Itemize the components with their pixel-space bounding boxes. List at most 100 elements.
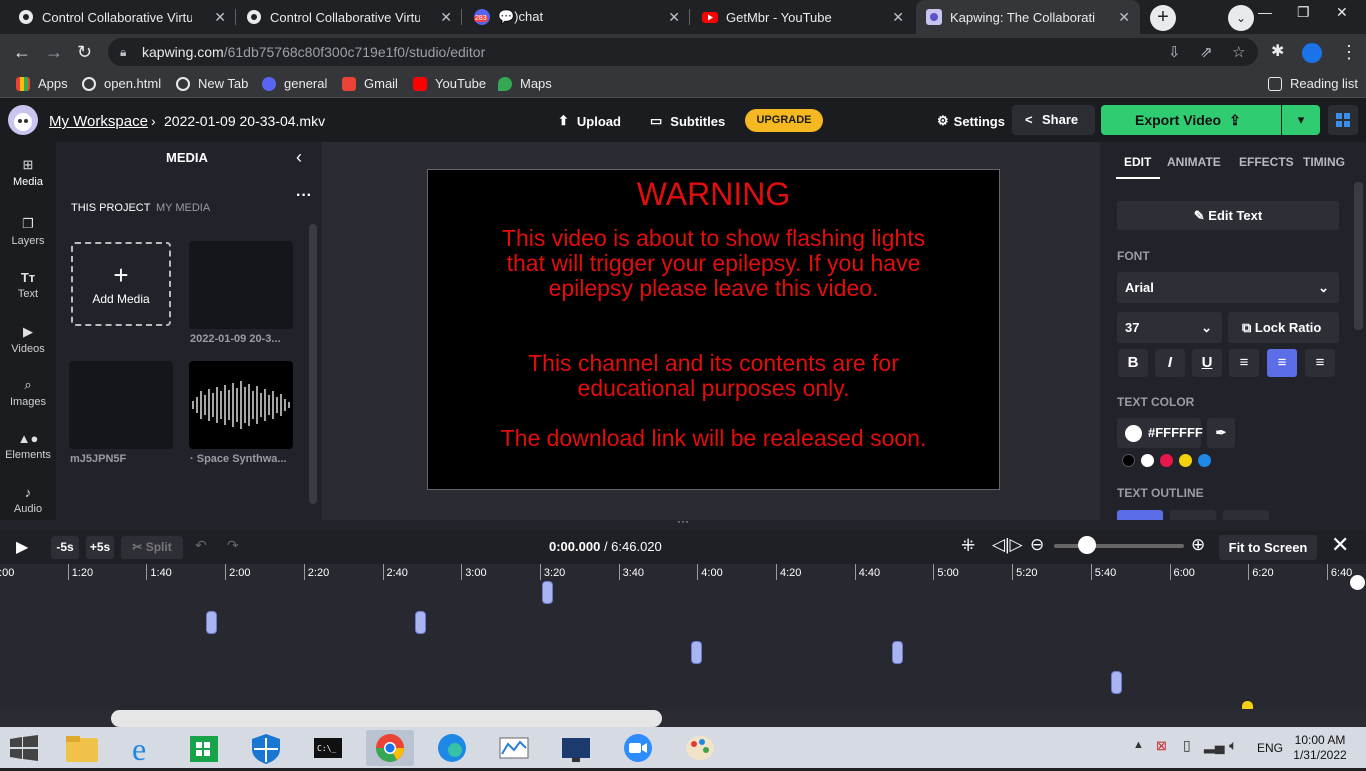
snap-icon[interactable]: ⁜ <box>961 536 975 556</box>
tray-chevron-up-icon[interactable]: ▲ <box>1133 739 1144 751</box>
text-color-picker[interactable]: #FFFFFF <box>1117 418 1203 448</box>
workspace-link[interactable]: My Workspace <box>49 113 148 130</box>
signal-icon[interactable]: ▂▄ <box>1204 737 1225 754</box>
browser-tab[interactable]: 283 💬)chat ✕ <box>464 0 690 34</box>
zoom-app-icon[interactable] <box>614 730 662 766</box>
media-thumbnail[interactable] <box>69 361 173 449</box>
timeline-marker[interactable] <box>691 641 702 664</box>
back-icon[interactable]: ← <box>13 42 31 62</box>
eyedropper-button[interactable]: ✒ <box>1207 418 1235 448</box>
close-tab-icon[interactable]: ✕ <box>440 9 452 26</box>
edit-text-button[interactable]: ✎ Edit Text <box>1117 201 1339 230</box>
collapse-panel-icon[interactable]: ‹ <box>296 147 302 168</box>
network-error-icon[interactable]: ⊠ <box>1156 738 1167 754</box>
browser-tab[interactable]: GetMbr - YouTube ✕ <box>692 0 914 34</box>
address-bar[interactable]: 🔒︎ kapwing.com/61db75768c80f300c719e1f0/… <box>108 38 1258 66</box>
battery-icon[interactable]: ▯ <box>1183 737 1191 754</box>
rail-videos[interactable]: ▶ Videos <box>0 324 56 355</box>
bookmark-new-tab[interactable]: New Tab <box>176 76 248 91</box>
internet-explorer-icon[interactable]: e <box>120 730 168 767</box>
timeline-marker[interactable] <box>542 581 553 604</box>
new-tab-button[interactable]: + <box>1150 5 1176 31</box>
upload-button[interactable]: ⬆ Upload <box>558 113 621 129</box>
close-tab-icon[interactable]: ✕ <box>214 9 226 26</box>
extensions-icon[interactable]: ✱ <box>1271 42 1284 62</box>
export-dropdown-button[interactable]: ▾ <box>1282 105 1320 135</box>
language-indicator[interactable]: ENG <box>1257 741 1283 755</box>
windows-start-icon[interactable] <box>10 735 38 766</box>
close-window-icon[interactable]: ✕ <box>1336 4 1348 21</box>
chrome-icon[interactable] <box>366 730 414 766</box>
fit-to-screen-button[interactable]: Fit to Screen <box>1219 535 1317 560</box>
share-button[interactable]: < Share <box>1012 105 1095 135</box>
performance-monitor-icon[interactable] <box>490 730 538 766</box>
font-select[interactable]: Arial ⌄ <box>1117 272 1339 303</box>
bookmark-maps[interactable]: Maps <box>498 76 552 91</box>
store-icon[interactable] <box>180 730 228 766</box>
outline-option[interactable] <box>1223 510 1269 520</box>
workspace-avatar[interactable] <box>8 105 38 135</box>
zoom-slider[interactable] <box>1054 544 1184 548</box>
forward-5s-button[interactable]: +5s <box>86 536 114 559</box>
timeline-scrollbar[interactable] <box>0 709 1366 727</box>
timeline-marker[interactable] <box>206 611 217 634</box>
system-clock[interactable]: 10:00 AM 1/31/2022 <box>1290 733 1350 763</box>
zoom-in-icon[interactable]: ⊕ <box>1191 535 1205 555</box>
timeline-marker[interactable] <box>415 611 426 634</box>
edit-panel-scrollbar[interactable] <box>1354 182 1363 330</box>
reading-list[interactable]: Reading list <box>1268 76 1358 91</box>
back-5s-button[interactable]: -5s <box>51 536 79 559</box>
volume-icon[interactable]: 🔈︎ <box>1229 737 1237 754</box>
split-button[interactable]: ✂ Split <box>121 536 183 559</box>
file-explorer-icon[interactable] <box>58 730 106 766</box>
bookmark-general[interactable]: general <box>262 76 327 91</box>
color-swatch-black[interactable] <box>1122 454 1135 467</box>
rail-media[interactable]: ⊞ Media <box>0 157 56 188</box>
font-size-select[interactable]: 37 ⌄ <box>1117 312 1222 343</box>
color-swatch-white[interactable] <box>1141 454 1154 467</box>
media-scrollbar[interactable] <box>309 224 317 504</box>
browser-tab[interactable]: Control Collaborative Virtual M ✕ <box>236 0 462 34</box>
paint-icon[interactable] <box>676 730 724 766</box>
close-tab-icon[interactable]: ✕ <box>668 9 680 26</box>
timeline-marker[interactable] <box>1111 671 1122 694</box>
timeline-resize-handle[interactable]: ··· <box>0 514 1366 530</box>
lock-ratio-button[interactable]: ⧉ Lock Ratio <box>1228 312 1339 343</box>
bookmark-youtube[interactable]: YouTube <box>413 76 486 91</box>
align-center-button[interactable]: ≡ <box>1267 349 1297 377</box>
layout-grid-button[interactable] <box>1328 105 1358 135</box>
rail-text[interactable]: Tт Text <box>0 270 56 300</box>
rail-audio[interactable]: ♪ Audio <box>0 485 56 515</box>
edge-icon[interactable] <box>428 730 476 766</box>
scrollbar-thumb[interactable] <box>111 710 662 727</box>
upgrade-button[interactable]: UPGRADE <box>745 109 823 132</box>
install-icon[interactable]: ⇩ <box>1168 43 1181 61</box>
align-right-button[interactable]: ≡ <box>1305 349 1335 377</box>
outline-option[interactable] <box>1117 510 1163 520</box>
tab-timing[interactable]: TIMING <box>1303 155 1345 169</box>
rail-elements[interactable]: ▲● Elements <box>0 431 56 461</box>
close-tab-icon[interactable]: ✕ <box>892 9 904 26</box>
undo-icon[interactable]: ↶ <box>195 537 207 554</box>
video-preview[interactable]: WARNING This video is about to show flas… <box>427 169 1000 490</box>
outline-option[interactable] <box>1170 510 1216 520</box>
subtitles-button[interactable]: ▭ Subtitles <box>650 113 725 129</box>
play-icon[interactable]: ▶ <box>16 537 28 557</box>
close-tab-icon[interactable]: ✕ <box>1118 9 1130 26</box>
add-media-button[interactable]: + Add Media <box>71 242 171 326</box>
close-timeline-icon[interactable]: ✕ <box>1331 532 1349 558</box>
maximize-icon[interactable]: ❐ <box>1297 4 1310 21</box>
rail-images[interactable]: ⌕ Images <box>0 377 56 408</box>
color-swatch-yellow[interactable] <box>1179 454 1192 467</box>
reload-icon[interactable]: ↻ <box>77 42 92 62</box>
export-video-button[interactable]: Export Video ⇪ <box>1101 105 1281 135</box>
italic-button[interactable]: I <box>1155 349 1185 377</box>
security-shield-icon[interactable] <box>242 730 290 766</box>
chrome-menu-icon[interactable]: ⋮ <box>1340 42 1358 62</box>
bookmark-gmail[interactable]: Gmail <box>342 76 398 91</box>
audio-thumbnail[interactable] <box>189 361 293 449</box>
tab-my-media[interactable]: MY MEDIA <box>156 202 210 214</box>
browser-tab[interactable]: Control Collaborative Virtual M ✕ <box>8 0 236 34</box>
share-page-icon[interactable]: ⇗ <box>1200 43 1213 61</box>
timeline-marker[interactable] <box>1242 701 1253 709</box>
